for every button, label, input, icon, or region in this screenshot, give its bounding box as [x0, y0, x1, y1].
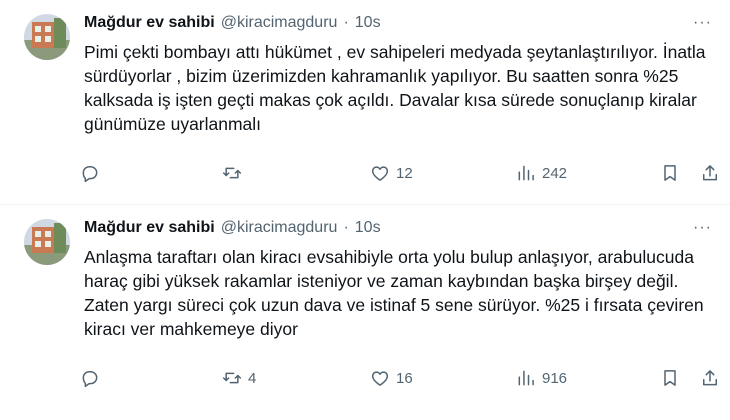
- tweet[interactable]: Mağdur ev sahibi @kiracimagduru · 10s ··…: [0, 205, 730, 409]
- action-bar: 4 16 916: [80, 363, 722, 393]
- reply-button[interactable]: [80, 158, 106, 188]
- tweet-header: Mağdur ev sahibi @kiracimagduru · 10s: [84, 14, 381, 32]
- reply-icon: [82, 371, 98, 388]
- action-bar: 12 242: [80, 158, 722, 188]
- bookmark-button[interactable]: [660, 363, 680, 393]
- separator-dot: ·: [343, 14, 349, 31]
- share-button[interactable]: [700, 363, 720, 393]
- bookmark-icon: [664, 165, 676, 181]
- retweet-button[interactable]: [222, 158, 248, 188]
- views-button[interactable]: 242: [516, 158, 567, 188]
- like-button[interactable]: 16: [370, 363, 413, 393]
- retweet-button[interactable]: 4: [222, 363, 256, 393]
- more-options-icon[interactable]: ···: [693, 219, 712, 237]
- like-icon: [371, 166, 389, 181]
- tweet[interactable]: Mağdur ev sahibi @kiracimagduru · 10s ··…: [0, 0, 730, 204]
- like-count: 16: [396, 369, 413, 387]
- views-icon: [518, 165, 534, 181]
- like-icon: [371, 371, 389, 386]
- avatar[interactable]: [24, 219, 70, 265]
- separator-dot: ·: [343, 219, 349, 236]
- bookmark-icon: [664, 370, 676, 386]
- tweet-text: Pimi çekti bombayı attı hükümet , ev sah…: [84, 42, 706, 134]
- user-handle[interactable]: @kiracimagduru: [221, 14, 338, 32]
- tweet-text: Anlaşma taraftarı olan kiracı evsahibiyl…: [84, 247, 704, 339]
- tweet-list: Mağdur ev sahibi @kiracimagduru · 10s ··…: [0, 0, 730, 409]
- retweet-icon: [222, 167, 242, 179]
- view-count: 916: [542, 369, 568, 387]
- view-count: 242: [542, 164, 568, 182]
- display-name[interactable]: Mağdur ev sahibi: [84, 219, 215, 237]
- views-icon: [518, 370, 534, 386]
- like-count: 12: [396, 164, 413, 182]
- tweet-header: Mağdur ev sahibi @kiracimagduru · 10s: [84, 219, 381, 237]
- like-button[interactable]: 12: [370, 158, 413, 188]
- more-options-icon[interactable]: ···: [693, 14, 712, 32]
- bookmark-button[interactable]: [660, 158, 680, 188]
- avatar[interactable]: [24, 14, 70, 60]
- share-icon: [703, 370, 717, 386]
- display-name[interactable]: Mağdur ev sahibi: [84, 14, 215, 32]
- user-handle[interactable]: @kiracimagduru: [221, 219, 338, 237]
- reply-button[interactable]: [80, 363, 106, 393]
- share-button[interactable]: [700, 158, 720, 188]
- timestamp[interactable]: 10s: [355, 14, 381, 32]
- timestamp[interactable]: 10s: [355, 219, 381, 237]
- reply-icon: [82, 166, 98, 183]
- retweet-icon: [222, 372, 242, 384]
- views-button[interactable]: 916: [516, 363, 567, 393]
- retweet-count: 4: [248, 369, 257, 387]
- share-icon: [703, 165, 717, 181]
